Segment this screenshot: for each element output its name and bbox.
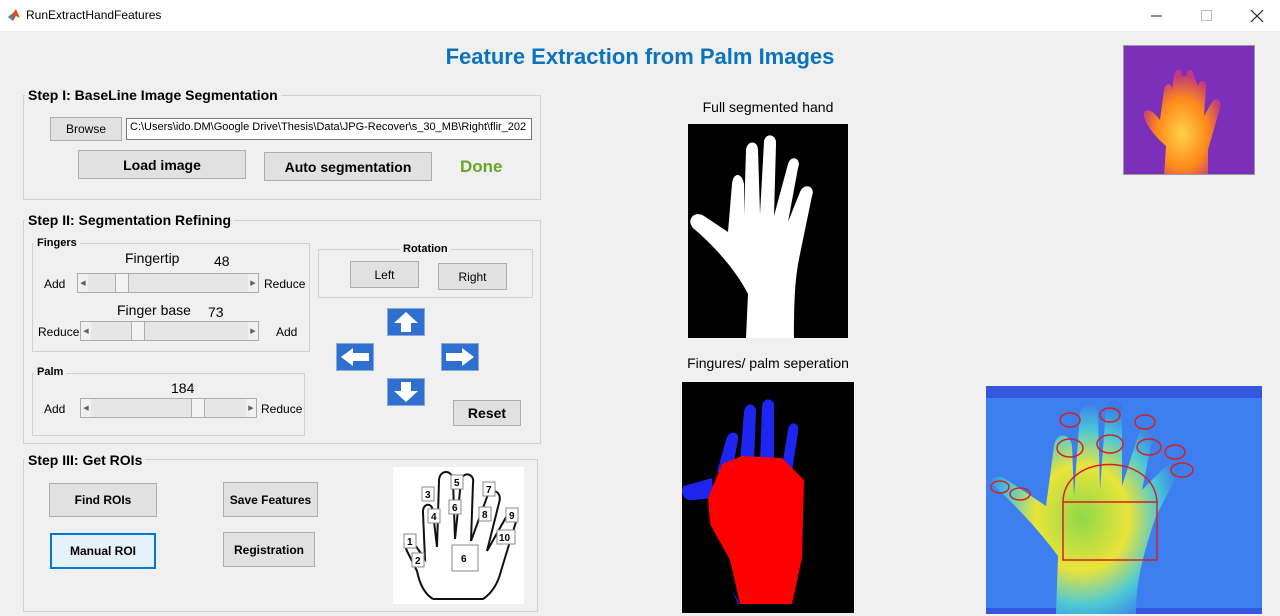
move-down-button[interactable]: [387, 378, 425, 406]
separation-caption: Fingures/ palm seperation: [687, 355, 849, 371]
roi-label-1: 1: [407, 537, 413, 548]
step2-title: Step II: Segmentation Refining: [25, 212, 235, 228]
registration-button[interactable]: Registration: [223, 532, 315, 567]
fingertip-slider[interactable]: ◀ ▶: [77, 273, 259, 293]
rotate-left-button[interactable]: Left: [350, 261, 419, 288]
maximize-button[interactable]: [1184, 0, 1230, 31]
roi-label-6a: 6: [452, 503, 458, 514]
title-bar: [0, 0, 1280, 31]
page-title: Feature Extraction from Palm Images: [445, 44, 835, 69]
fingerbase-label: Finger base: [117, 302, 191, 318]
roi-label-2: 2: [415, 556, 421, 567]
reset-button[interactable]: Reset: [453, 400, 521, 426]
move-up-button[interactable]: [387, 308, 425, 336]
fingertip-left-label: Add: [44, 277, 66, 291]
fingerbase-slider-thumb[interactable]: [131, 322, 145, 340]
minimize-button[interactable]: [1134, 0, 1180, 31]
palm-slider[interactable]: ◀ ▶: [80, 398, 257, 418]
status-text: Done: [460, 157, 503, 176]
manual-roi-button[interactable]: Manual ROI: [50, 533, 156, 569]
fingerbase-value: 73: [208, 304, 224, 320]
roi-label-4: 4: [431, 512, 437, 523]
roi-label-7: 7: [486, 485, 492, 496]
step3-title: Step III: Get ROIs: [25, 452, 146, 468]
save-features-button[interactable]: Save Features: [223, 482, 318, 517]
palm-right-label: Reduce: [261, 402, 303, 416]
fingerbase-slider[interactable]: ◀ ▶: [80, 321, 259, 341]
palm-slider-thumb[interactable]: [191, 399, 205, 417]
fingers-title: Fingers: [34, 237, 80, 249]
step1-panel: [23, 95, 541, 200]
palm-title: Palm: [34, 366, 67, 378]
thermal-roi-overlay-image: [986, 386, 1262, 614]
arrow-down-icon: [394, 382, 418, 402]
move-left-button[interactable]: [336, 343, 374, 371]
fingertip-label: Fingertip: [125, 250, 180, 266]
roi-label-6b: 6: [461, 554, 467, 565]
palm-value: 184: [171, 380, 195, 396]
thermal-thumbnail-image: [1123, 45, 1255, 175]
roi-label-8: 8: [482, 510, 488, 521]
arrow-left-icon: [341, 348, 369, 366]
fingerbase-right-label: Add: [276, 325, 298, 339]
minimize-icon: [1151, 15, 1162, 16]
find-rois-button[interactable]: Find ROIs: [49, 483, 157, 517]
close-icon: [1250, 9, 1264, 22]
browse-button[interactable]: Browse: [50, 117, 122, 141]
close-button[interactable]: [1234, 0, 1280, 31]
slider-left-arrow-icon[interactable]: ◀: [78, 274, 88, 292]
rotation-title: Rotation: [400, 243, 451, 255]
fingers-palm-separation-image: [681, 382, 854, 613]
slider-left-arrow-icon[interactable]: ◀: [81, 322, 91, 340]
window-title: RunExtractHandFeatures: [26, 8, 162, 22]
auto-segmentation-button[interactable]: Auto segmentation: [264, 152, 432, 181]
move-right-button[interactable]: [441, 343, 479, 371]
roi-label-9: 9: [509, 511, 515, 522]
slider-right-arrow-icon[interactable]: ▶: [246, 399, 256, 417]
maximize-icon: [1201, 9, 1212, 21]
slider-right-arrow-icon[interactable]: ▶: [248, 274, 258, 292]
arrow-right-icon: [446, 348, 474, 366]
step1-title: Step I: BaseLine Image Segmentation: [25, 87, 281, 103]
load-image-button[interactable]: Load image: [78, 150, 246, 179]
slider-left-arrow-icon[interactable]: ◀: [81, 399, 91, 417]
full-segmented-caption: Full segmented hand: [702, 99, 834, 115]
slider-right-arrow-icon[interactable]: ▶: [248, 322, 258, 340]
roi-hand-diagram: 3 4 5 6 7 8 9 10 1 2 6: [393, 467, 524, 604]
palm-left-label: Add: [44, 402, 66, 416]
arrow-up-icon: [394, 312, 418, 332]
roi-label-5: 5: [454, 478, 460, 489]
fingertip-slider-thumb[interactable]: [115, 274, 129, 292]
matlab-app-icon: [7, 8, 21, 22]
fingertip-value: 48: [214, 253, 230, 269]
rotate-right-button[interactable]: Right: [438, 263, 507, 290]
fingerbase-left-label: Reduce: [38, 325, 80, 339]
roi-label-3: 3: [425, 490, 431, 501]
roi-label-10: 10: [499, 533, 511, 544]
fingertip-right-label: Reduce: [264, 277, 306, 291]
image-path-field[interactable]: C:\Users\ido.DM\Google Drive\Thesis\Data…: [126, 118, 532, 140]
segmented-hand-image: [688, 124, 848, 338]
